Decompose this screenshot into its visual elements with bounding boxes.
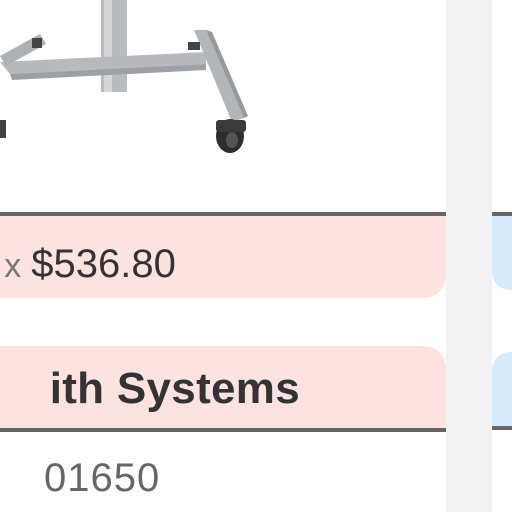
price-line: 1x$536.80 [0, 242, 176, 287]
price-row: 1x$536.80 [0, 212, 446, 298]
product-card[interactable]: 1x$536.80 ith Systems 01650 [0, 0, 446, 512]
times-symbol: x [4, 247, 22, 285]
product-image[interactable] [0, 0, 446, 212]
vendor-name[interactable]: ith Systems [50, 364, 300, 414]
neighbor-vendor-row [492, 352, 512, 430]
neighbor-product-card[interactable] [492, 0, 512, 512]
vendor-row[interactable]: ith Systems [0, 346, 446, 432]
mobile-stand-base-icon [0, 0, 248, 153]
unit-price: $536.80 [31, 242, 176, 286]
neighbor-price-row [492, 212, 512, 290]
sku-number: 01650 [44, 456, 161, 500]
